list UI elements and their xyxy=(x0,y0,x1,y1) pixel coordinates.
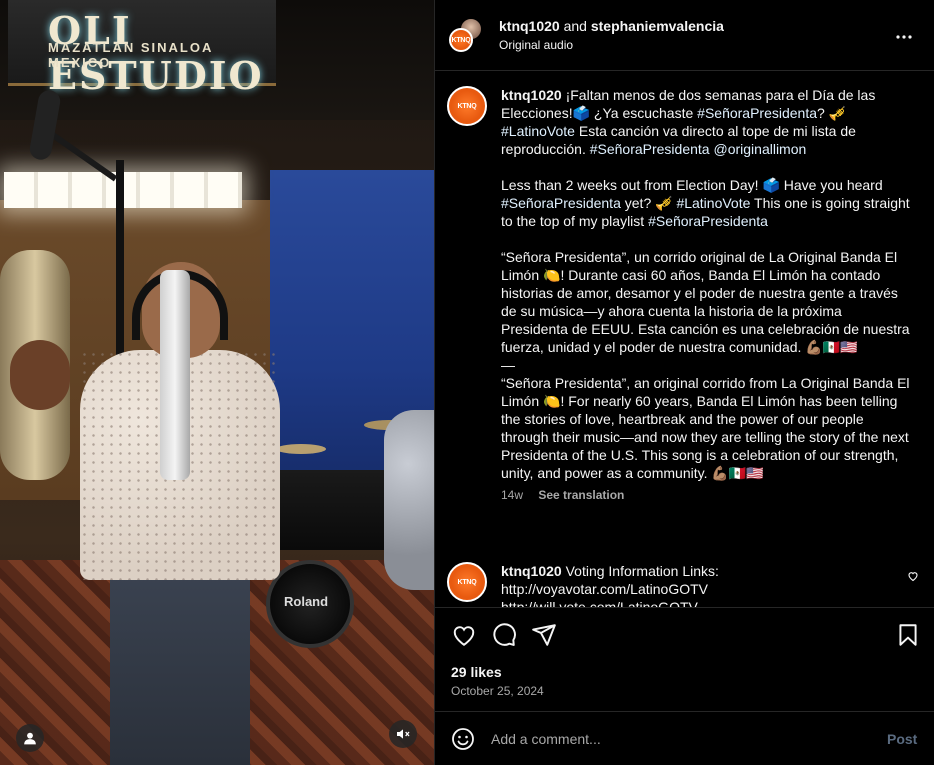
comment-input[interactable] xyxy=(491,728,861,750)
mention-link[interactable]: @originallimon xyxy=(713,141,806,157)
comment-link-1[interactable]: http://voyavotar.com/LatinoGOTV xyxy=(501,580,911,598)
hashtag-link[interactable]: #SeñoraPresidenta xyxy=(697,105,817,121)
studio-sign-subtitle: MAZATLAN SINALOA MEXICO xyxy=(48,40,213,70)
post-date[interactable]: October 25, 2024 xyxy=(451,684,544,698)
caption-meta: 14w See translation xyxy=(501,486,911,504)
musician-right xyxy=(384,410,434,590)
like-button[interactable] xyxy=(451,622,477,648)
hashtag-link[interactable]: #LatinoVote xyxy=(676,195,750,211)
avatar-text: KTNQ xyxy=(451,36,471,44)
drum-brand: Roland xyxy=(284,594,329,609)
post-comment-button[interactable]: Post xyxy=(887,731,917,747)
caption-text-run: ? 🎺 xyxy=(817,105,847,121)
save-button[interactable] xyxy=(895,622,921,648)
caption-paragraph-1: ktnq1020 ¡Faltan menos de dos semanas pa… xyxy=(501,86,911,158)
post-media[interactable]: OLI ESTUDIO MAZATLAN SINALOA MEXICO Rola… xyxy=(0,0,434,765)
caption-text-en: Less than 2 weeks out from Election Day!… xyxy=(501,176,911,230)
caption-separator: — xyxy=(501,357,515,373)
heart-icon xyxy=(453,626,475,646)
smiley-icon xyxy=(452,728,474,750)
comment-text: Voting Information Links: xyxy=(565,563,719,579)
add-comment-bar: Post xyxy=(435,711,934,765)
hashtag-link[interactable]: #SeñoraPresidenta xyxy=(501,195,621,211)
collaborator-username[interactable]: stephaniemvalencia xyxy=(591,18,724,34)
comment-like-button[interactable] xyxy=(907,570,919,585)
comment-body: ktnq1020 Voting Information Links: http:… xyxy=(501,562,911,607)
comment-link-2[interactable]: http://will.vote.com/LatinoGOTV xyxy=(501,598,911,607)
caption-text-run: Less than 2 weeks out from Election Day!… xyxy=(501,177,883,193)
post-panel: KTNQ ktnq1020 and stephaniemvalencia Ori… xyxy=(434,0,934,765)
caption-paragraph-4: “Señora Presidenta”, an original corrido… xyxy=(501,375,910,481)
musician-pants xyxy=(110,575,250,765)
caption-age: 14w xyxy=(501,488,524,502)
comment-username[interactable]: ktnq1020 xyxy=(501,563,562,579)
post-header: KTNQ ktnq1020 and stephaniemvalencia Ori… xyxy=(435,0,934,71)
comment-line-1: ktnq1020 Voting Information Links: xyxy=(501,562,911,580)
caption-paragraph-3: “Señora Presidenta”, un corrido original… xyxy=(501,249,910,355)
author-username[interactable]: ktnq1020 xyxy=(499,18,560,34)
emoji-button[interactable] xyxy=(451,727,475,751)
more-horizontal-icon xyxy=(896,35,912,39)
caption-text-run: yet? 🎺 xyxy=(620,195,677,211)
audio-link[interactable]: Original audio xyxy=(499,38,573,52)
heart-icon xyxy=(908,572,918,582)
musician-hand xyxy=(10,340,70,410)
person-icon xyxy=(24,732,36,745)
avatar-text: KTNQ xyxy=(457,102,477,110)
comment-avatar[interactable]: KTNQ xyxy=(447,562,487,602)
post-authors: ktnq1020 and stephaniemvalencia xyxy=(499,18,724,34)
avatar-text: KTNQ xyxy=(457,578,477,586)
hashtag-link[interactable]: #SeñoraPresidenta xyxy=(590,141,710,157)
likes-count[interactable]: 29 likes xyxy=(451,664,502,680)
post-actions: 29 likes October 25, 2024 xyxy=(435,607,934,711)
comments-section[interactable]: KTNQ ktnq1020 ¡Faltan menos de dos seman… xyxy=(435,72,934,607)
hashtag-link[interactable]: #SeñoraPresidenta xyxy=(648,213,768,229)
trumpet xyxy=(160,270,190,480)
caption-avatar[interactable]: KTNQ xyxy=(447,86,487,126)
comment-icon xyxy=(493,623,516,646)
speaker-muted-icon xyxy=(397,729,410,739)
comment-button[interactable] xyxy=(491,622,517,648)
caption-username[interactable]: ktnq1020 xyxy=(501,87,562,103)
cymbal xyxy=(276,444,326,454)
hashtag-link[interactable]: #LatinoVote xyxy=(501,123,575,139)
more-options-button[interactable] xyxy=(895,24,913,45)
see-translation-link[interactable]: See translation xyxy=(538,488,624,502)
bookmark-icon xyxy=(899,624,917,646)
send-icon xyxy=(532,624,556,646)
caption-body: ktnq1020 ¡Faltan menos de dos semanas pa… xyxy=(501,86,911,504)
mute-button[interactable] xyxy=(389,720,417,748)
studio-sign: OLI ESTUDIO MAZATLAN SINALOA MEXICO xyxy=(8,0,276,98)
tagged-users-button[interactable] xyxy=(16,724,44,752)
authors-joiner: and xyxy=(563,18,587,34)
share-button[interactable] xyxy=(531,622,557,648)
author-avatar[interactable]: KTNQ xyxy=(449,28,473,52)
